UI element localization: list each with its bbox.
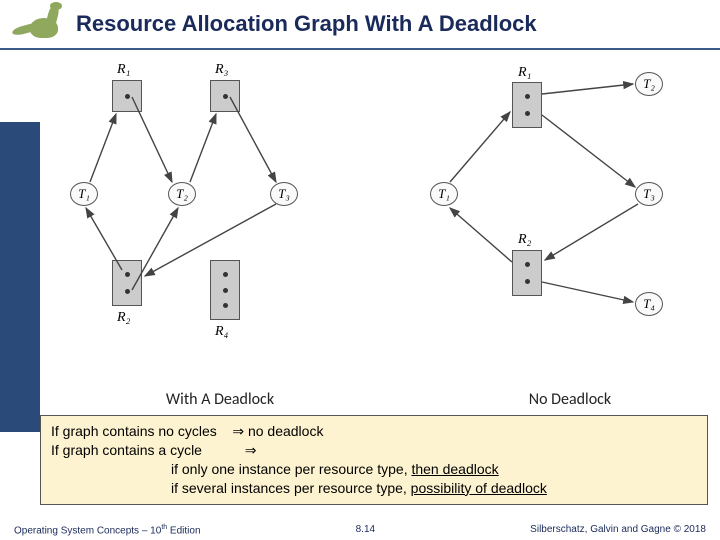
thread-t4-r: T₄ (635, 292, 663, 316)
thread-t1-r: T₁ (430, 182, 458, 206)
label-r2-r: R₂ (518, 232, 531, 248)
rule-line-3: if only one instance per resource type, … (51, 460, 697, 479)
slide-title: Resource Allocation Graph With A Deadloc… (76, 11, 537, 37)
instance-dot (223, 303, 228, 308)
instance-dot (223, 288, 228, 293)
thread-t3-r: T₃ (635, 182, 663, 206)
thread-t2: T₂ (168, 182, 196, 206)
instance-dot (223, 272, 228, 277)
edges-right (400, 62, 700, 382)
resource-r3 (210, 80, 240, 112)
left-accent-bar (0, 122, 40, 432)
rule-line-2: If graph contains a cycle ⇒ (51, 441, 697, 460)
label-r1-r: R₁ (518, 65, 531, 81)
rules-box: If graph contains no cycles ⇒ no deadloc… (40, 415, 708, 505)
thread-t2-r: T₂ (635, 72, 663, 96)
footer-center: 8.14 (356, 524, 375, 536)
instance-dot (223, 94, 228, 99)
slide-footer: Operating System Concepts – 10th Edition… (0, 524, 720, 536)
diagrams-row: R₁ R₃ T₁ T₂ T₃ R₂ (40, 62, 720, 390)
resource-r4 (210, 260, 240, 320)
resource-r2-r (512, 250, 542, 296)
label-r3: R₃ (215, 62, 228, 78)
thread-t3: T₃ (270, 182, 298, 206)
resource-r1 (112, 80, 142, 112)
captions-row: With A Deadlock No Deadlock (0, 390, 720, 409)
label-r1: R₁ (117, 62, 130, 78)
slide-header: Resource Allocation Graph With A Deadloc… (0, 0, 720, 50)
rule-line-1: If graph contains no cycles ⇒ no deadloc… (51, 422, 697, 441)
resource-r1-r (512, 82, 542, 128)
instance-dot (525, 94, 530, 99)
rule-line-4: if several instances per resource type, … (51, 479, 697, 498)
footer-left: Operating System Concepts – 10th Edition (14, 524, 201, 536)
thread-t1: T₁ (70, 182, 98, 206)
instance-dot (525, 279, 530, 284)
resource-r2 (112, 260, 142, 306)
label-r2: R₂ (117, 310, 130, 326)
caption-left: With A Deadlock (80, 390, 360, 409)
instance-dot (525, 111, 530, 116)
diagram-with-deadlock: R₁ R₃ T₁ T₂ T₃ R₂ (60, 62, 380, 382)
instance-dot (125, 289, 130, 294)
instance-dot (125, 94, 130, 99)
diagram-no-deadlock: R₁ T₂ T₁ T₃ R₂ T₄ (400, 62, 700, 382)
caption-right: No Deadlock (430, 390, 710, 409)
dinosaur-icon (10, 4, 70, 44)
content-area: R₁ R₃ T₁ T₂ T₃ R₂ (0, 50, 720, 390)
instance-dot (525, 262, 530, 267)
label-r4: R₄ (215, 324, 228, 340)
footer-right: Silberschatz, Galvin and Gagne © 2018 (530, 524, 706, 536)
instance-dot (125, 272, 130, 277)
